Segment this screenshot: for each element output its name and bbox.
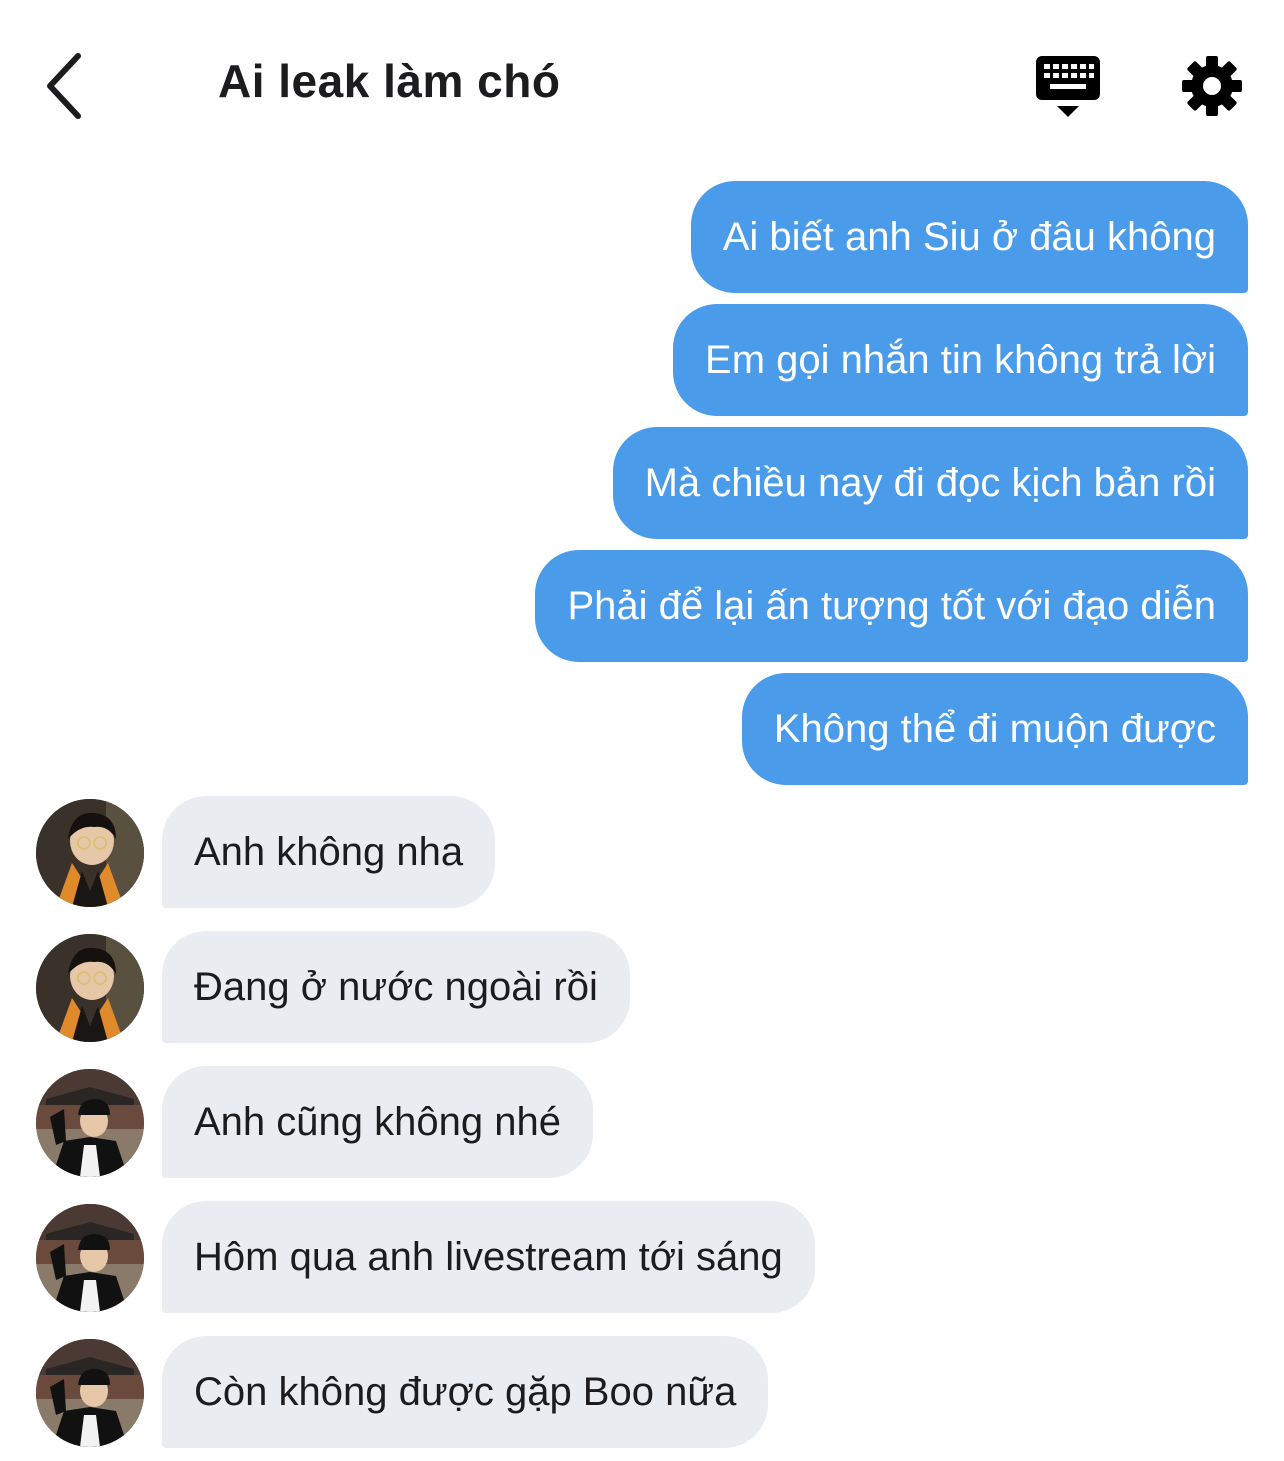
avatar-image (36, 1069, 144, 1177)
outgoing-message[interactable]: Em gọi nhắn tin không trả lời (673, 304, 1248, 416)
outgoing-message[interactable]: Mà chiều nay đi đọc kịch bản rồi (612, 427, 1248, 539)
avatar-image (36, 1204, 144, 1312)
sender-avatar[interactable] (36, 799, 144, 907)
keyboard-button[interactable] (1034, 54, 1102, 120)
incoming-message[interactable]: Còn không được gặp Boo nữa (162, 1336, 769, 1448)
incoming-message[interactable]: Hôm qua anh livestream tới sáng (162, 1201, 815, 1313)
chat-title: Ai leak làm chó (218, 55, 561, 107)
settings-button[interactable] (1180, 54, 1244, 118)
chevron-left-icon (47, 53, 81, 119)
outgoing-message[interactable]: Không thể đi muộn được (741, 673, 1248, 785)
avatar-image (36, 934, 144, 1042)
sender-avatar[interactable] (36, 934, 144, 1042)
back-button[interactable] (40, 48, 100, 124)
chat-header: Ai leak làm chó (0, 0, 1284, 170)
outgoing-message[interactable]: Phải để lại ấn tượng tốt với đạo diễn (535, 550, 1248, 662)
incoming-message[interactable]: Anh không nha (162, 796, 496, 908)
gear-icon (1182, 56, 1242, 116)
sender-avatar[interactable] (36, 1339, 144, 1447)
keyboard-icon (1036, 56, 1100, 117)
avatar-image (36, 1339, 144, 1447)
avatar-image (36, 799, 144, 907)
sender-avatar[interactable] (36, 1069, 144, 1177)
outgoing-message[interactable]: Ai biết anh Siu ở đâu không (690, 181, 1248, 293)
incoming-message[interactable]: Anh cũng không nhé (162, 1066, 593, 1178)
incoming-message[interactable]: Đang ở nước ngoài rồi (162, 931, 630, 1043)
sender-avatar[interactable] (36, 1204, 144, 1312)
